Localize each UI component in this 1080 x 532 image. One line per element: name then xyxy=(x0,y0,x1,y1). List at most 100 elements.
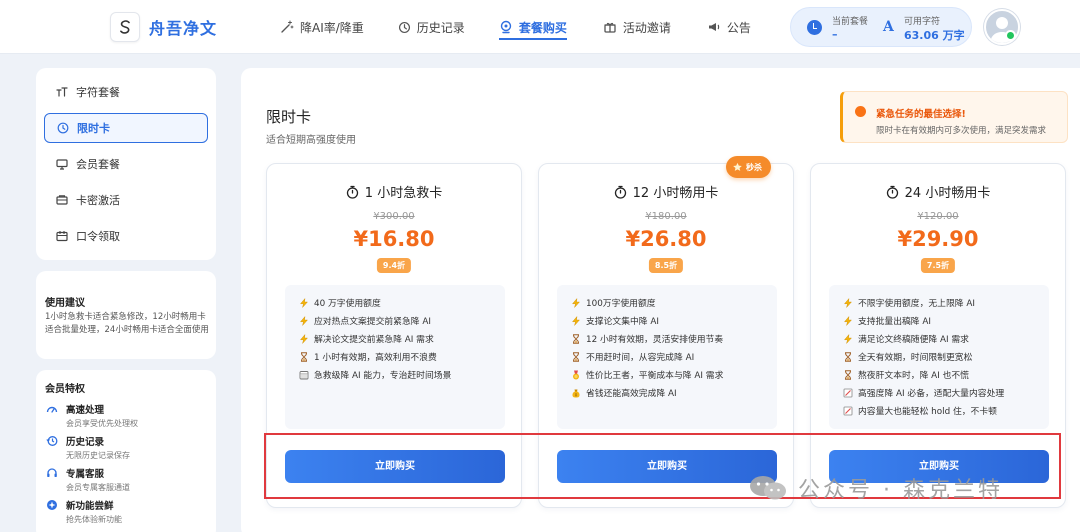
flash-sale-icon xyxy=(733,162,742,171)
lightning-icon xyxy=(299,297,314,308)
app-logo[interactable]: 舟吾净文 xyxy=(110,12,217,42)
sidebar-item-char-package[interactable]: 字符套餐 xyxy=(44,77,208,107)
card-title-text: 1 小时急救卡 xyxy=(364,186,443,201)
discount-badge: 7.5折 xyxy=(920,258,956,273)
lightning-icon xyxy=(299,315,314,326)
card-title: 12 小时畅用卡 xyxy=(539,182,793,201)
lightning-icon xyxy=(571,315,586,326)
headset-icon xyxy=(47,468,57,477)
watermark-text: 公众号 · 森克兰特 xyxy=(798,478,1003,503)
plan-value: – xyxy=(832,28,838,41)
card-title: 1 小时急救卡 xyxy=(267,182,521,201)
feature-name: 高速处理 xyxy=(66,405,105,416)
feature-text: 不限字使用额度，无上限降 AI xyxy=(858,299,975,309)
feature-text: 省钱还能高效完成降 AI xyxy=(586,389,677,399)
nav-announcement[interactable]: 公告 xyxy=(707,0,751,54)
sidebar-item-limited-card[interactable]: 限时卡 xyxy=(44,113,208,143)
nav-label: 历史记录 xyxy=(416,20,465,35)
memo-icon xyxy=(843,406,858,416)
card-title-text: 24 小时畅用卡 xyxy=(904,186,991,201)
sidebar-item-card-activate[interactable]: 卡密激活 xyxy=(44,185,208,215)
feature-text: 不用赶时间，从容完成降 AI xyxy=(586,353,695,363)
discount-badge: 8.5折 xyxy=(648,258,684,273)
calendar-icon xyxy=(299,370,314,380)
nav-label: 公告 xyxy=(726,20,751,35)
feature-line: 支撑论文集中降 AI xyxy=(571,314,659,327)
feature-line: 满足论文终稿随便降 AI 需求 xyxy=(843,332,969,345)
history-icon xyxy=(398,21,410,33)
feature-name: 专属客服 xyxy=(66,469,105,480)
badge-label: 秒杀 xyxy=(746,162,762,172)
feature-text: 解决论文提交前紧急降 AI 需求 xyxy=(314,335,434,345)
original-price: ¥180.00 xyxy=(645,211,687,222)
plan-label: 当前套餐 xyxy=(832,17,869,27)
package-icon xyxy=(500,20,512,34)
card-title: 24 小时畅用卡 xyxy=(811,182,1065,201)
hourglass-icon xyxy=(571,351,586,362)
stopwatch-icon xyxy=(346,185,358,199)
feature-text: 支持批量出稿降 AI xyxy=(858,317,931,327)
avatar[interactable] xyxy=(984,9,1020,45)
account-status[interactable]: 当前套餐 – A 可用字符 63.06 万字 xyxy=(790,7,972,47)
feature-line: 1 小时有效期，高效利用不浪费 xyxy=(299,350,437,363)
sidebar-item-membership[interactable]: 会员套餐 xyxy=(44,149,208,179)
speedometer-icon xyxy=(46,406,58,413)
seckill-badge: 秒杀 xyxy=(726,156,771,178)
app-name: 舟吾净文 xyxy=(149,19,218,38)
feature-list: 40 万字使用额度 应对热点文案提交前紧急降 AI 解决论文提交前紧急降 AI 需求… xyxy=(285,285,505,429)
nav-reduce-ai[interactable]: 降AI率/降重 xyxy=(280,0,364,54)
feature-text: 支撑论文集中降 AI xyxy=(586,317,659,327)
sidebar-item-code-claim[interactable]: 口令领取 xyxy=(44,221,208,251)
feature-desc: 无限历史记录保存 xyxy=(66,451,130,460)
feature-line: 12 小时有效期，灵活安排使用节奏 xyxy=(571,332,723,345)
price: ¥29.90 xyxy=(897,227,979,251)
tips-title: 使用建议 xyxy=(45,298,85,309)
price: ¥26.80 xyxy=(625,227,707,251)
urgent-subtitle: 限时卡在有效期内可多次使用，满足突发需求 xyxy=(876,126,1047,136)
sidebar-item-label: 限时卡 xyxy=(77,122,110,135)
clock-icon xyxy=(57,122,69,134)
sidebar-item-label: 会员套餐 xyxy=(76,158,120,171)
feature-line: 解决论文提交前紧急降 AI 需求 xyxy=(299,332,434,345)
feature-text: 高强度降 AI 必备，适配大量内容处理 xyxy=(858,389,1005,399)
chars-value: 63.06 万字 xyxy=(904,29,965,42)
member-features-card: 会员特权 高速处理 会员享受优先处理权 历史记录 无限历史记录保存 专属客服 会员专属… xyxy=(36,370,216,532)
urgent-title: 紧急任务的最佳选择! xyxy=(876,109,966,120)
timer-icon xyxy=(855,106,866,117)
card-icon xyxy=(56,195,68,205)
stopwatch-icon xyxy=(886,185,898,199)
logo-icon xyxy=(110,12,140,42)
feature-text: 满足论文终稿随便降 AI 需求 xyxy=(858,335,969,345)
coin-icon xyxy=(571,388,586,398)
monitor-icon xyxy=(56,159,68,170)
card-title-text: 12 小时畅用卡 xyxy=(632,186,719,201)
feature-line: 急救级降 AI 能力，专治赶时间场景 xyxy=(299,368,451,381)
feature-line: 高强度降 AI 必备，适配大量内容处理 xyxy=(843,386,1004,399)
feature-text: 应对热点文案提交前紧急降 AI xyxy=(314,317,431,327)
sidebar-menu: 字符套餐 限时卡 会员套餐 卡密激活 口令领取 xyxy=(36,68,216,260)
nav-package[interactable]: 套餐购买 xyxy=(498,0,567,54)
feature-item: 历史记录无限历史记录保存 xyxy=(46,434,130,461)
feature-line: 应对热点文案提交前紧急降 AI xyxy=(299,314,431,327)
history-icon xyxy=(46,436,58,446)
sparkle-icon xyxy=(47,500,57,510)
memo-icon xyxy=(843,388,858,398)
hourglass-icon xyxy=(843,369,858,380)
feature-text: 性价比王者，平衡成本与降 AI 需求 xyxy=(586,371,724,381)
stopwatch-icon xyxy=(614,185,626,199)
feature-list: 100万字使用额度 支撑论文集中降 AI 12 小时有效期，灵活安排使用节奏 不用赶时… xyxy=(557,285,777,429)
wechat-icon xyxy=(750,476,786,500)
feature-item: 专属客服 会员专属客服通道 xyxy=(46,466,130,493)
hourglass-icon xyxy=(571,333,586,344)
hourglass-icon xyxy=(299,351,314,362)
ticket-icon xyxy=(56,231,68,242)
feature-desc: 会员享受优先处理权 xyxy=(66,419,138,428)
nav-history[interactable]: 历史记录 xyxy=(398,0,465,54)
sidebar-item-label: 卡密激活 xyxy=(76,194,120,207)
sidebar-item-label: 口令领取 xyxy=(76,230,120,243)
feature-text: 内容量大也能轻松 hold 住，不卡顿 xyxy=(858,407,997,417)
nav-invite[interactable]: 活动邀请 xyxy=(603,0,671,54)
lightning-icon xyxy=(299,333,314,344)
feature-name: 历史记录 xyxy=(66,437,105,448)
text-size-icon xyxy=(56,87,68,97)
